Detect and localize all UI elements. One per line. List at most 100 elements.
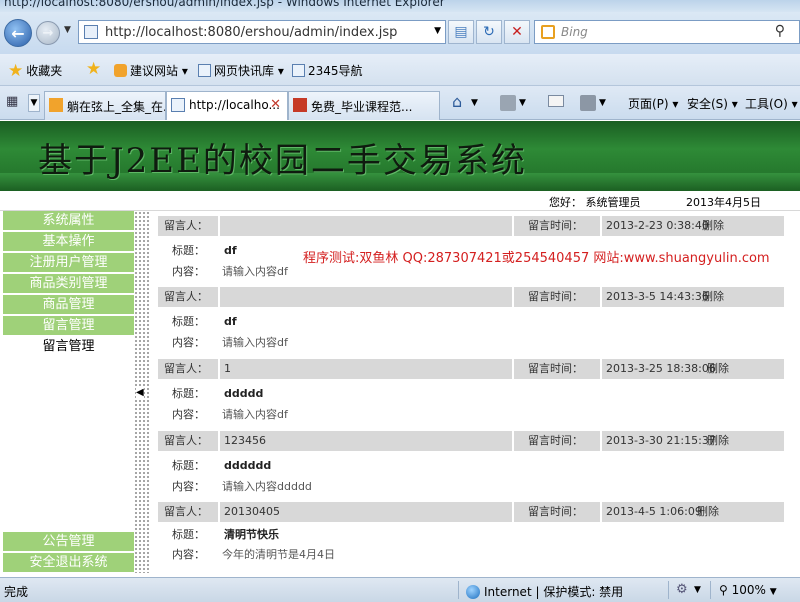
favorites-bar: ★ 收藏夹 ★ 建议网站 ▾ 网页快讯库 ▾ 2345导航 (0, 54, 800, 86)
quick-tabs-icon[interactable]: ▦ (6, 94, 26, 112)
subject-label: 标题： (172, 315, 205, 328)
delete-link[interactable]: 删除 (707, 359, 729, 379)
divider (458, 581, 459, 599)
tab-favicon (293, 98, 307, 112)
divider (512, 216, 514, 236)
back-button[interactable]: ← (4, 19, 32, 47)
suggested-sites-icon (114, 64, 127, 77)
refresh-button[interactable]: ↻ (476, 20, 502, 44)
submenu-message-management[interactable]: 留言管理 (3, 337, 134, 357)
favorite-label: 2345导航 (308, 64, 363, 78)
menu-logout[interactable]: 安全退出系统 (3, 553, 134, 573)
favorite-web-slice-gallery[interactable]: 网页快讯库 ▾ (198, 62, 284, 79)
delete-link[interactable]: 删除 (702, 287, 724, 307)
address-bar[interactable]: http://localhost:8080/ershou/admin/index… (78, 20, 446, 44)
address-input[interactable]: http://localhost:8080/ershou/admin/index… (105, 25, 397, 40)
menu-announcement-management[interactable]: 公告管理 (3, 532, 134, 552)
message-header: 留言人： 留言时间： 2013-3-5 14:43:36 删除 (158, 287, 784, 307)
chevron-down-icon: ▼ (769, 587, 777, 597)
favorites-label: 收藏夹 (26, 64, 63, 78)
poster-name: 1 (224, 362, 231, 375)
post-time: 2013-3-5 14:43:36 (606, 290, 709, 303)
poster-label: 留言人： (164, 290, 208, 303)
poster-name: 20130405 (224, 505, 280, 518)
print-button[interactable]: ▼ (580, 95, 606, 111)
delete-link[interactable]: 删除 (707, 431, 729, 451)
divider (218, 216, 220, 236)
search-input[interactable]: Bing (561, 25, 588, 39)
navigation-bar: ← → ▼ http://localhost:8080/ershou/admin… (0, 12, 800, 54)
time-label: 留言时间： (528, 219, 583, 232)
chevron-down-icon[interactable]: ▼ (694, 585, 701, 595)
tab-song[interactable]: 躺在弦上_全集_在... (44, 91, 166, 120)
zone-label: Internet | 保护模式: 禁用 (484, 585, 624, 599)
subject-label: 标题： (172, 244, 205, 257)
tab-label: 免费_毕业课程范... (311, 100, 413, 114)
favorites-star-icon: ★ (8, 60, 24, 81)
favorite-label: 建议网站 ▾ (130, 64, 188, 78)
delete-link[interactable]: 删除 (702, 216, 724, 236)
close-tab-icon[interactable]: ✕ (270, 97, 281, 112)
window-titlebar: http://localhost:8080/ershou/admin/index… (0, 0, 800, 12)
message-header: 留言人： 20130405 留言时间： 2013-4-5 1:06:09 删除 (158, 502, 784, 522)
tab-free-templates[interactable]: 免费_毕业课程范... (288, 91, 440, 120)
time-label: 留言时间： (528, 505, 583, 518)
favorite-label: 网页快讯库 ▾ (214, 64, 284, 78)
tab-localhost[interactable]: http://localho... ✕ (166, 91, 288, 120)
favorites-button[interactable]: ★ 收藏夹 (8, 62, 62, 79)
zoom-value: 100% (731, 583, 766, 597)
search-box[interactable]: Bing ⚲ (534, 20, 800, 44)
content-row: 内容： 请输入内容df (158, 405, 784, 425)
favorite-suggested-sites[interactable]: 建议网站 ▾ (114, 62, 188, 79)
page-icon (292, 64, 305, 77)
forward-button[interactable]: → (36, 21, 60, 45)
page-menu[interactable]: 页面(P) ▾ (628, 95, 678, 112)
subject-row: 标题： ddddd (158, 384, 784, 404)
safety-menu[interactable]: 安全(S) ▾ (687, 95, 738, 112)
menu-message-management[interactable]: 留言管理 (3, 316, 134, 336)
menu-product-management[interactable]: 商品管理 (3, 295, 134, 315)
address-dropdown-icon[interactable]: ▼ (434, 26, 441, 36)
divider (512, 287, 514, 307)
divider (710, 581, 711, 599)
menu-basic-operations[interactable]: 基本操作 (3, 232, 134, 252)
zoom-level[interactable]: ⚲ 100% ▼ (719, 583, 777, 597)
subject-value: df (224, 315, 237, 328)
collapse-arrow-icon[interactable]: ◀ (136, 387, 144, 398)
message-list: 留言人： 留言时间： 2013-2-23 0:38:40 删除 标题： df 内… (150, 211, 800, 573)
menu-category-management[interactable]: 商品类别管理 (3, 274, 134, 294)
read-mail-button[interactable] (548, 95, 564, 107)
tools-menu[interactable]: 工具(O) ▾ (745, 95, 798, 112)
favorite-2345[interactable]: 2345导航 (292, 62, 363, 79)
tab-list-dropdown[interactable]: ▼ (28, 94, 40, 112)
content-label: 内容： (172, 480, 205, 493)
subject-row: 标题： dddddd (158, 456, 784, 476)
security-settings-icon[interactable]: ⚙ (676, 582, 688, 597)
add-favorites-button[interactable]: ★ (86, 61, 101, 78)
search-icon[interactable]: ⚲ (775, 23, 785, 39)
tab-label: 躺在弦上_全集_在... (67, 100, 166, 114)
feeds-button[interactable]: ▼ (500, 95, 526, 111)
delete-link[interactable]: 删除 (697, 502, 719, 522)
user-info-bar: 您好： 系统管理员 2013年4月5日 1:11:20 (0, 191, 800, 223)
post-time: 2013-3-30 21:15:37 (606, 434, 716, 447)
recent-pages-dropdown[interactable]: ▼ (64, 25, 71, 35)
stop-button[interactable]: ✕ (504, 20, 530, 44)
home-button[interactable]: ⌂ ▼ (452, 94, 478, 111)
content-value: 今年的清明节是4月4日 (222, 548, 335, 561)
menu-system-properties[interactable]: 系统属性 (3, 211, 134, 231)
post-time: 2013-2-23 0:38:40 (606, 219, 709, 232)
admin-sidebar: 系统属性 基本操作 注册用户管理 商品类别管理 商品管理 留言管理 留言管理 公… (3, 211, 134, 573)
poster-label: 留言人： (164, 219, 208, 232)
sidebar-splitter[interactable]: ◀ (134, 211, 150, 573)
compatibility-view-button[interactable]: ▤ (448, 20, 474, 44)
security-zone[interactable]: Internet | 保护模式: 禁用 (466, 583, 623, 600)
user-greeting: 您好： 系统管理员 (549, 196, 641, 209)
divider (600, 216, 602, 236)
content-value: 请输入内容ddddd (222, 480, 312, 493)
message-header: 留言人： 123456 留言时间： 2013-3-30 21:15:37 删除 (158, 431, 784, 451)
content-value: 请输入内容df (222, 265, 288, 278)
page-icon (84, 25, 98, 39)
menu-user-management[interactable]: 注册用户管理 (3, 253, 134, 273)
rss-feed-icon (500, 95, 516, 111)
